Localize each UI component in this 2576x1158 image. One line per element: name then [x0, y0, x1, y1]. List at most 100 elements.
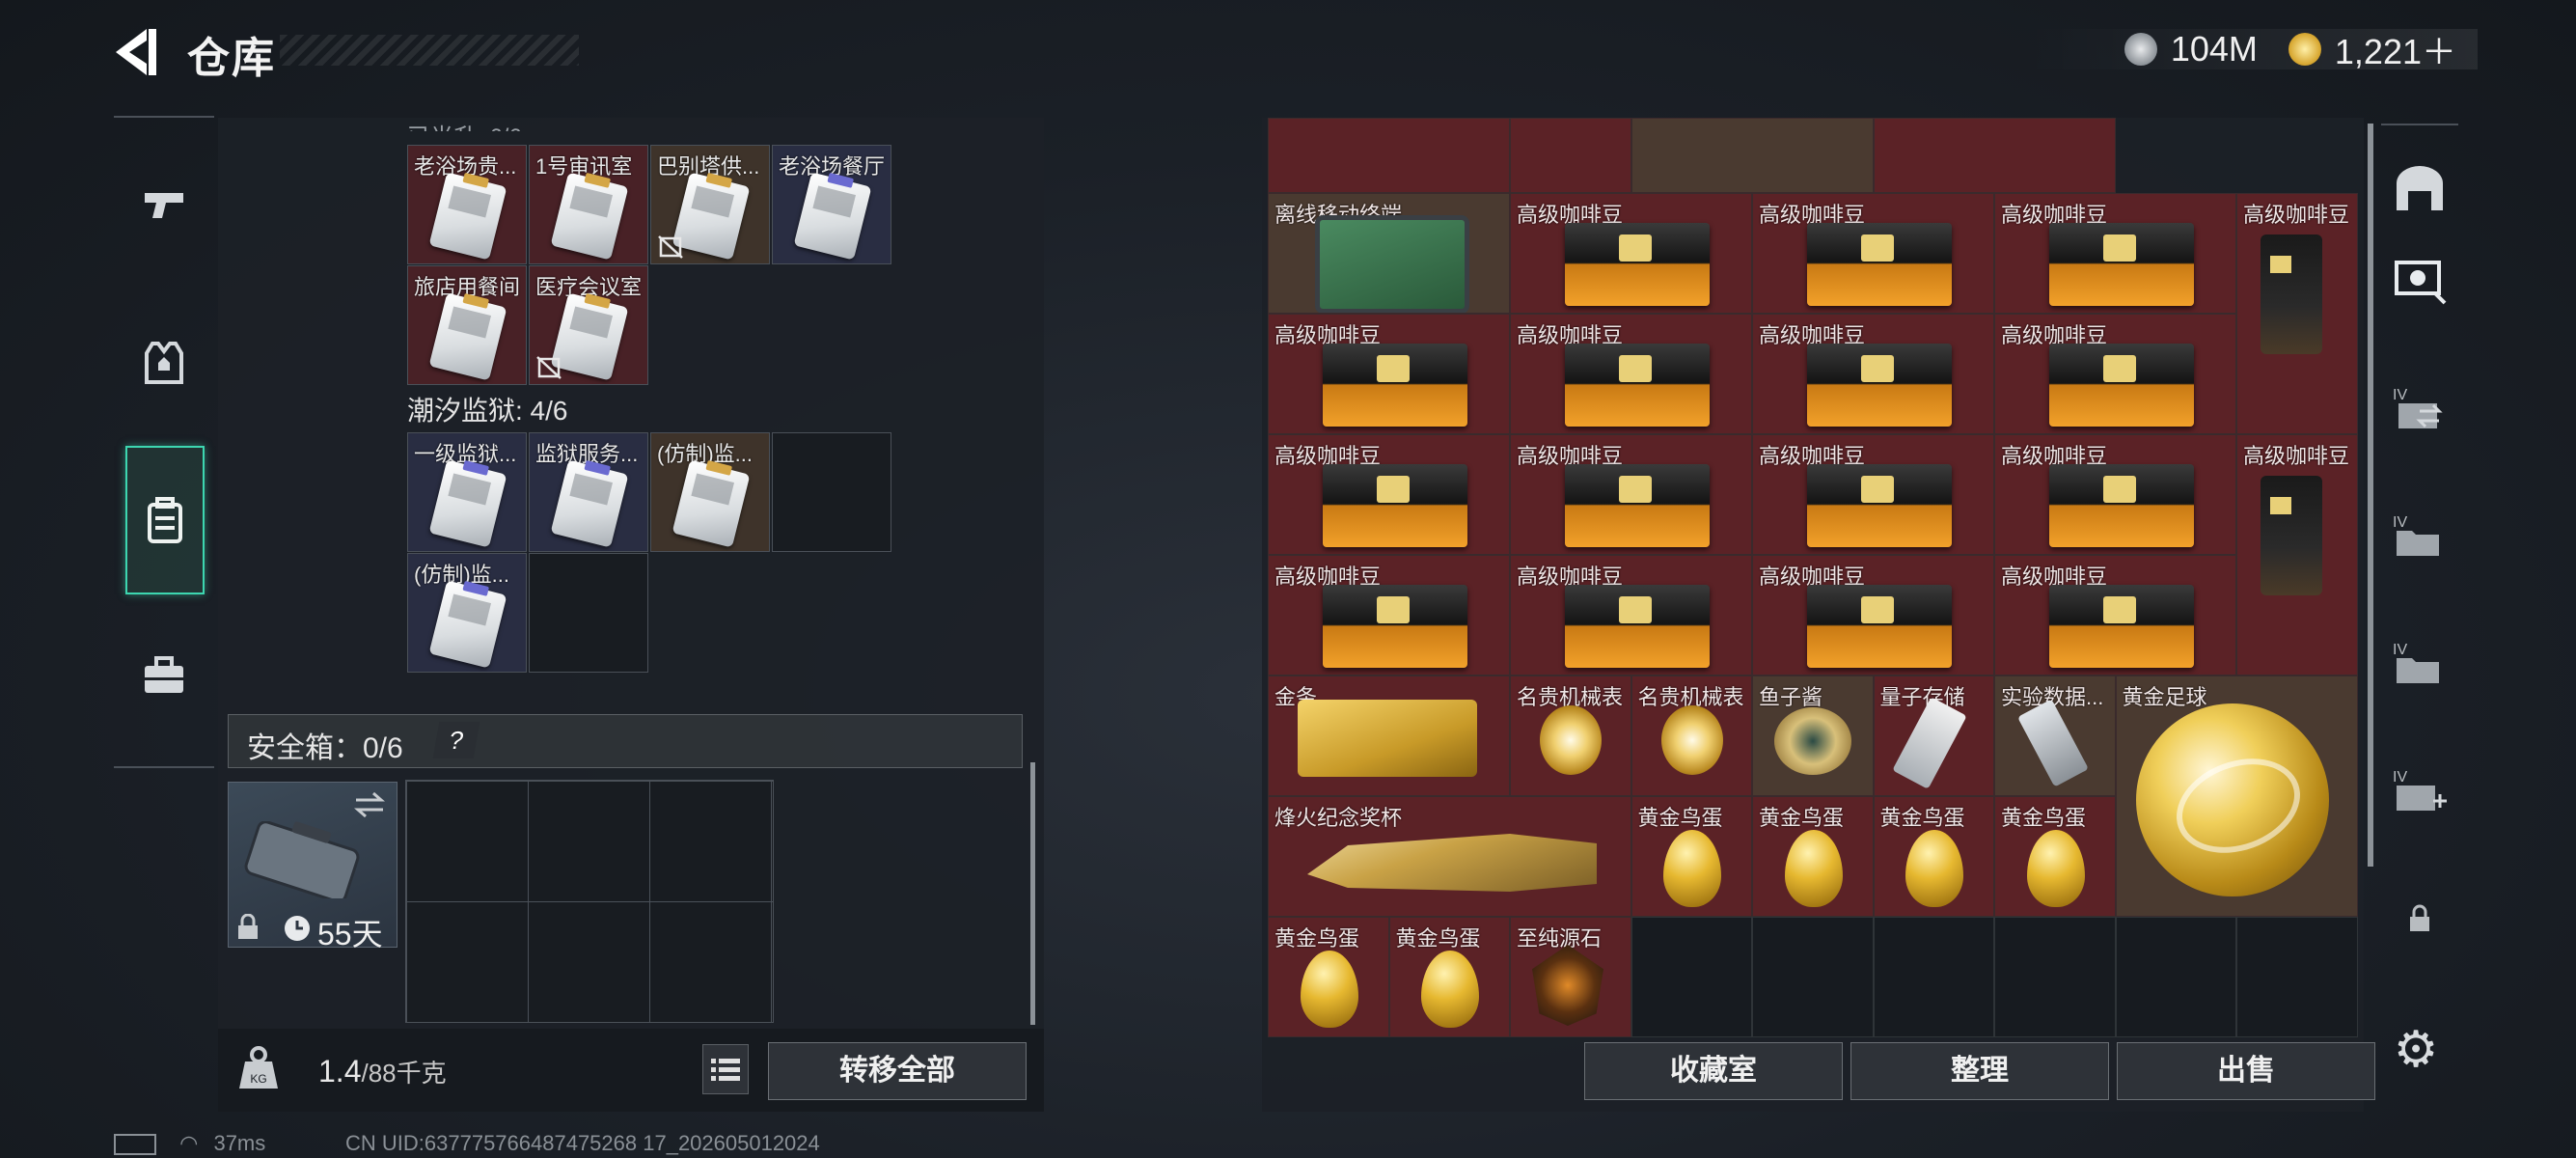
- egg-item-icon: [1784, 830, 1843, 907]
- key-card-slot[interactable]: 巴别塔供...: [650, 145, 770, 264]
- sort-button[interactable]: 整理: [1850, 1042, 2109, 1100]
- pistol-icon: [145, 193, 183, 218]
- settings-gear-icon[interactable]: ⚙: [2389, 1023, 2443, 1077]
- lock-icon: [2410, 904, 2429, 931]
- warehouse-item[interactable]: 量子存储: [1873, 676, 1994, 796]
- empty-slot[interactable]: [1873, 917, 1994, 1037]
- warehouse-item[interactable]: 高级咖啡豆: [1510, 555, 1752, 676]
- help-button[interactable]: ?: [432, 722, 480, 758]
- warehouse-item[interactable]: 金条: [1268, 676, 1510, 796]
- collection-room-button[interactable]: 收藏室: [1584, 1042, 1843, 1100]
- key-card-slot[interactable]: 监狱服务...: [529, 432, 648, 552]
- list-view-button[interactable]: [702, 1044, 749, 1094]
- tab-backpack[interactable]: [125, 446, 205, 594]
- key-card-slot[interactable]: 1号审讯室: [529, 145, 648, 264]
- empty-slot[interactable]: [2115, 917, 2236, 1037]
- warehouse-item[interactable]: 黄金鸟蛋: [1268, 917, 1389, 1037]
- coffee-item-icon: [2261, 234, 2322, 354]
- coffee-item-icon: [1807, 585, 1952, 668]
- tab-vest[interactable]: [127, 326, 201, 400]
- egg-item-icon: [1300, 951, 1358, 1028]
- item-label: 黄金鸟蛋: [1879, 806, 1965, 830]
- safe-timer: 55天: [317, 917, 383, 951]
- warehouse-item[interactable]: 黄金足球: [2115, 676, 2358, 917]
- empty-slot[interactable]: [772, 432, 891, 552]
- empty-slot[interactable]: [2236, 917, 2358, 1037]
- sell-button[interactable]: 出售: [2117, 1042, 2375, 1100]
- warehouse-item[interactable]: 高级咖啡豆: [1510, 193, 1752, 314]
- empty-slot[interactable]: [1752, 917, 1874, 1037]
- warehouse-item[interactable]: 黄金鸟蛋: [1388, 917, 1510, 1037]
- storage-tab-iv-add[interactable]: IV: [2389, 758, 2451, 820]
- tab-tools[interactable]: [127, 639, 201, 712]
- transfer-all-button[interactable]: 转移全部: [768, 1042, 1027, 1100]
- storage-tab-iv-transfer[interactable]: IV: [2389, 376, 2451, 438]
- warehouse-item[interactable]: 高级咖啡豆: [1752, 314, 1994, 434]
- storage-tab-iv-folder-1[interactable]: IV: [2389, 504, 2451, 565]
- storage-tab-locked[interactable]: [2389, 888, 2451, 950]
- iv-folder-icon: IV: [2393, 514, 2439, 556]
- warehouse-item[interactable]: 黄金鸟蛋: [1873, 796, 1994, 917]
- watch-item-icon: [1660, 705, 1723, 775]
- key-card-slot[interactable]: 一级监狱...: [407, 432, 527, 552]
- warehouse-item[interactable]: 烽火纪念奖杯: [1268, 796, 1631, 917]
- warehouse-item[interactable]: 高级咖啡豆: [2236, 193, 2358, 434]
- key-card-slot[interactable]: (仿制)监...: [407, 553, 527, 673]
- empty-slot[interactable]: [1631, 917, 1752, 1037]
- warehouse-item[interactable]: 名贵机械表: [1631, 676, 1752, 796]
- left-scrollbar[interactable]: [1030, 762, 1035, 1025]
- partial-item-slot[interactable]: [1873, 118, 2116, 193]
- warehouse-item[interactable]: 高级咖啡豆: [1994, 193, 2236, 314]
- warehouse-item[interactable]: 高级咖啡豆: [1994, 434, 2236, 555]
- warehouse-item[interactable]: 高级咖啡豆: [1994, 555, 2236, 676]
- partial-item-slot[interactable]: [1510, 118, 1631, 193]
- safe-box-grid[interactable]: [405, 780, 774, 1023]
- gold-coin-amount[interactable]: 1,221＋: [2335, 24, 2456, 74]
- key-card-slot[interactable]: 老浴场餐厅: [772, 145, 891, 264]
- key-card-slot[interactable]: 医疗会议室: [529, 265, 648, 385]
- warehouse-item[interactable]: 至纯源石: [1510, 917, 1631, 1037]
- partial-item-slot[interactable]: [1268, 118, 1510, 193]
- warehouse-item[interactable]: 黄金鸟蛋: [1994, 796, 2116, 917]
- ping-text: 37ms: [213, 1131, 266, 1155]
- item-label: 高级咖啡豆: [2243, 203, 2350, 227]
- empty-slot[interactable]: [529, 553, 648, 673]
- svg-text:IV: IV: [2393, 769, 2407, 786]
- right-scrollbar[interactable]: [2368, 124, 2373, 867]
- warehouse-item[interactable]: 名贵机械表: [1510, 676, 1631, 796]
- warehouse-item[interactable]: 高级咖啡豆: [2236, 434, 2358, 676]
- warehouse-item[interactable]: 高级咖啡豆: [1752, 434, 1994, 555]
- warehouse-item[interactable]: 黄金鸟蛋: [1631, 796, 1752, 917]
- warehouse-item[interactable]: 高级咖啡豆: [1268, 314, 1510, 434]
- warehouse-item[interactable]: 黄金鸟蛋: [1752, 796, 1874, 917]
- safe-box-item[interactable]: 55天: [228, 782, 397, 951]
- weight-current: 1.4: [318, 1054, 362, 1089]
- key-card-slot[interactable]: 老浴场贵...: [407, 145, 527, 264]
- right-rail: IV IV IV IV: [2381, 124, 2458, 975]
- tab-weapons[interactable]: [127, 168, 201, 241]
- warehouse-item[interactable]: 高级咖啡豆: [1510, 434, 1752, 555]
- warehouse-item[interactable]: 高级咖啡豆: [1268, 555, 1510, 676]
- prison-section-label: 潮汐监狱: 4/6: [407, 396, 568, 426]
- key-card-slot[interactable]: (仿制)监...: [650, 432, 770, 552]
- warehouse-item[interactable]: 高级咖啡豆: [1994, 314, 2236, 434]
- swap-icon[interactable]: [352, 790, 387, 819]
- back-arrow-icon[interactable]: [108, 25, 166, 79]
- coffee-item-icon: [2049, 585, 2194, 668]
- warehouse-item[interactable]: 高级咖啡豆: [1510, 314, 1752, 434]
- storage-tab-iv-folder-2[interactable]: IV: [2389, 631, 2451, 693]
- warehouse-item[interactable]: 离线移动终端: [1268, 193, 1510, 314]
- warehouse-item[interactable]: 高级咖啡豆: [1752, 555, 1994, 676]
- warehouse-item[interactable]: 鱼子酱: [1752, 676, 1874, 796]
- warehouse-item[interactable]: 实验数据...: [1994, 676, 2116, 796]
- partial-item-slot[interactable]: [1631, 118, 1874, 193]
- storage-tab-arch[interactable]: [2389, 158, 2451, 220]
- storage-tab-keys[interactable]: [2389, 249, 2451, 311]
- goldbar-item-icon: [1298, 700, 1477, 777]
- warehouse-item[interactable]: 高级咖啡豆: [1268, 434, 1510, 555]
- gold-coin-icon[interactable]: [2288, 33, 2321, 66]
- empty-slot[interactable]: [1994, 917, 2116, 1037]
- warehouse-item[interactable]: 高级咖啡豆: [1752, 193, 1994, 314]
- key-card-slot[interactable]: 旅店用餐间: [407, 265, 527, 385]
- key-card-icon: [793, 172, 872, 261]
